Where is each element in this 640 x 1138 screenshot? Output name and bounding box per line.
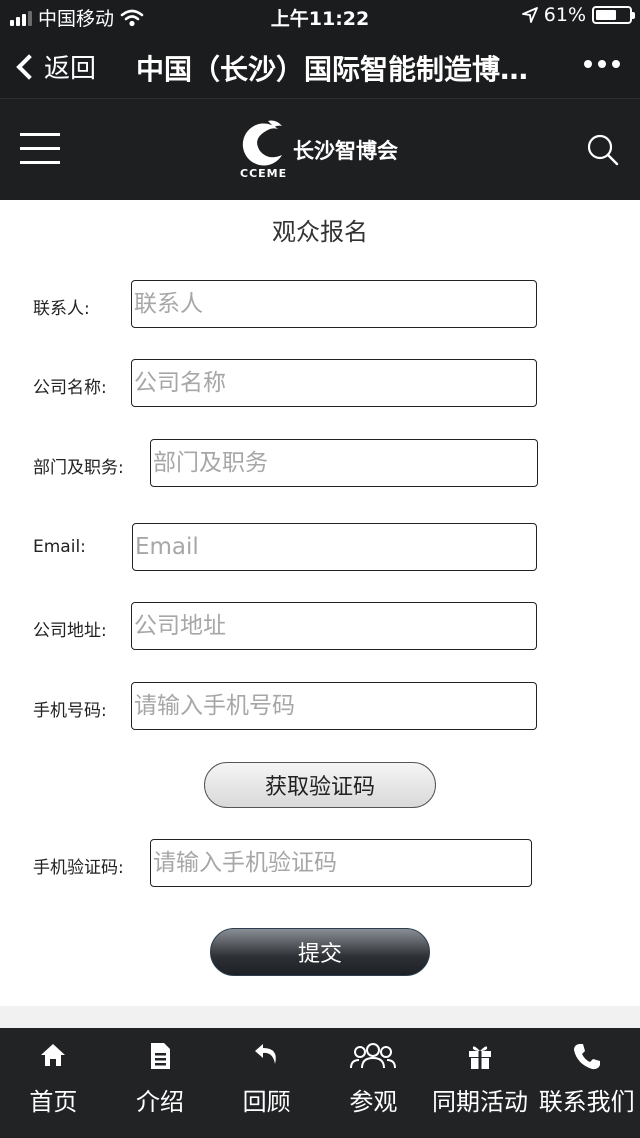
signal-icon [10,10,32,26]
contact-label: 联系人: [33,299,90,319]
more-button[interactable] [584,60,620,68]
tab-home[interactable]: 首页 [0,1028,107,1138]
menu-button[interactable] [20,131,62,167]
logo-text: 长沙智博会 [293,139,398,163]
form-title: 观众报名 [272,218,368,246]
tab-activities[interactable]: 同期活动 [427,1028,534,1138]
back-button[interactable]: 返回 [12,48,96,85]
get-code-button[interactable]: 获取验证码 [204,762,436,808]
search-icon[interactable] [586,133,620,167]
tab-label: 同期活动 [432,1088,529,1116]
form-row-phone: 手机号码: [0,682,640,732]
page-title: 中国（长沙）国际智能制造博… [136,53,529,86]
phone-icon [573,1044,600,1070]
document-icon [151,1043,170,1069]
dot-icon [584,60,592,68]
company-label: 公司名称: [33,378,107,398]
address-input[interactable] [131,602,537,650]
tab-label: 参观 [349,1088,398,1116]
tab-visit[interactable]: 参观 [320,1028,427,1138]
menu-line [20,147,60,150]
submit-button[interactable]: 提交 [210,928,430,976]
email-label: Email: [33,537,86,557]
form-row-verify: 手机验证码: [0,839,640,889]
group-icon [350,1043,397,1069]
department-input[interactable] [150,439,538,487]
tab-intro[interactable]: 介绍 [107,1028,214,1138]
dot-icon [598,60,606,68]
tab-review[interactable]: 回顾 [213,1028,320,1138]
tab-label: 介绍 [136,1088,184,1116]
tab-label: 回顾 [242,1088,291,1116]
department-label: 部门及职务: [33,458,124,478]
logo-subtext: CCEME [240,167,288,180]
form-row-address: 公司地址: [0,602,640,652]
chevron-left-icon [16,53,42,80]
email-input[interactable] [132,523,537,571]
nav-bar: 返回 中国（长沙）国际智能制造博… [0,34,640,98]
menu-line [20,133,60,136]
site-logo[interactable]: 长沙智博会 CCEME [238,115,408,185]
undo-icon [254,1044,276,1064]
verify-code-label: 手机验证码: [33,858,124,878]
tab-contact[interactable]: 联系我们 [533,1028,640,1138]
site-header: 长沙智博会 CCEME [0,98,640,200]
company-input[interactable] [131,359,537,407]
gift-icon [469,1046,492,1069]
tab-label: 联系我们 [538,1088,635,1116]
phone-input[interactable] [131,682,537,730]
location-arrow-icon [521,7,538,23]
contact-input[interactable] [131,280,537,328]
tab-label: 首页 [29,1088,78,1116]
home-icon [41,1044,66,1066]
battery-icon [592,6,635,24]
form-row-department: 部门及职务: [0,439,640,489]
logo-mark-icon [242,120,282,166]
address-label: 公司地址: [33,621,107,641]
dot-icon [612,60,620,68]
form-row-email: Email: [0,523,640,573]
bottom-tab-bar: 首页 介绍 回顾 参观 同期活动 联系我们 [0,1028,640,1138]
form-row-company: 公司名称: [0,359,640,409]
status-bar: 中国移动 上午11:22 61% [0,0,640,34]
menu-line [20,161,60,164]
verify-code-input[interactable] [150,839,532,887]
carrier-label: 中国移动 [38,8,115,30]
battery-percent: 61% [543,4,586,26]
form-row-contact: 联系人: [0,280,640,330]
divider [0,1006,640,1028]
back-label: 返回 [44,54,97,84]
battery-level [596,10,616,20]
wifi-icon [120,9,144,26]
phone-label: 手机号码: [33,701,107,721]
